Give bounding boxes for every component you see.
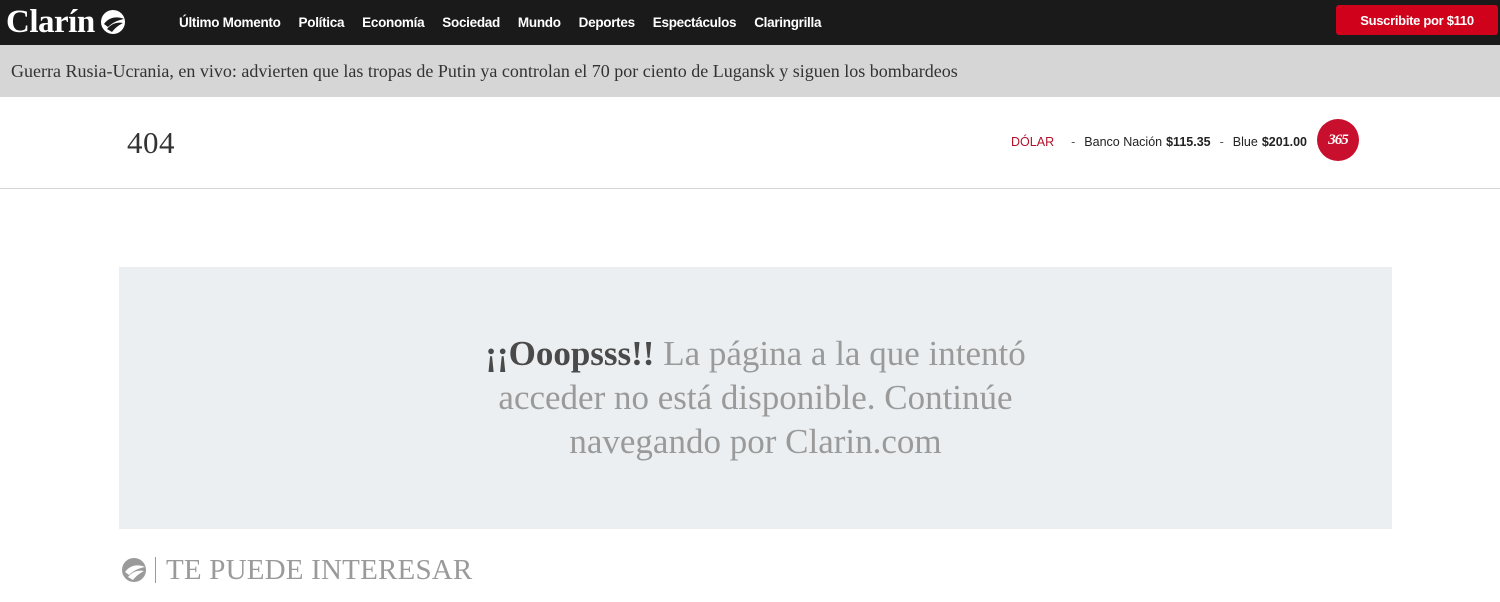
error-panel: ¡¡Ooopsss!! La página a la que intentó a… [119, 267, 1392, 529]
blue-label: Blue [1232, 135, 1258, 149]
nav-item-claringrilla[interactable]: Claringrilla [745, 15, 830, 30]
logo-text: Clarín [6, 3, 95, 40]
clarin-mark-icon [99, 8, 127, 36]
breaking-news-link[interactable]: Guerra Rusia-Ucrania, en vivo: advierten… [11, 61, 958, 82]
main-nav: Último Momento Política Economía Socieda… [170, 0, 830, 45]
error-message: ¡¡Ooopsss!! La página a la que intentó a… [436, 332, 1076, 464]
clarin-logo[interactable]: Clarín [6, 2, 127, 42]
nav-item-ultimo-momento[interactable]: Último Momento [170, 15, 290, 30]
blue-value: $201.00 [1261, 135, 1307, 149]
clarin-mark-icon [121, 557, 147, 583]
bna-value: $115.35 [1166, 135, 1211, 149]
dollar-title: DÓLAR [1011, 135, 1055, 149]
heading-divider [155, 557, 156, 583]
nav-item-espectaculos[interactable]: Espectáculos [644, 15, 745, 30]
bna-label: Banco Nación [1084, 135, 1163, 149]
365-badge[interactable]: 365 [1317, 119, 1359, 161]
nav-item-economia[interactable]: Economía [353, 15, 433, 30]
error-oops: ¡¡Ooopsss!! [485, 334, 655, 373]
dollar-separator: - [1071, 135, 1076, 149]
dollar-rates[interactable]: DÓLAR - Banco Nación $115.35 - Blue $201… [1011, 135, 1307, 149]
nav-item-politica[interactable]: Política [290, 15, 354, 30]
nav-item-deportes[interactable]: Deportes [570, 15, 644, 30]
related-title: TE PUEDE INTERESAR [166, 553, 473, 586]
page-title: 404 [127, 125, 175, 160]
nav-item-sociedad[interactable]: Sociedad [433, 15, 509, 30]
top-navbar: Clarín Último Momento Política Economía … [0, 0, 1500, 45]
related-section-heading: TE PUEDE INTERESAR [121, 552, 472, 588]
subscribe-button[interactable]: Suscribite por $110 [1336, 5, 1498, 35]
page-header: 404 DÓLAR - Banco Nación $115.35 - Blue … [0, 97, 1500, 189]
dollar-separator: - [1219, 135, 1224, 149]
breaking-news-bar: Guerra Rusia-Ucrania, en vivo: advierten… [0, 45, 1500, 97]
nav-item-mundo[interactable]: Mundo [509, 15, 570, 30]
